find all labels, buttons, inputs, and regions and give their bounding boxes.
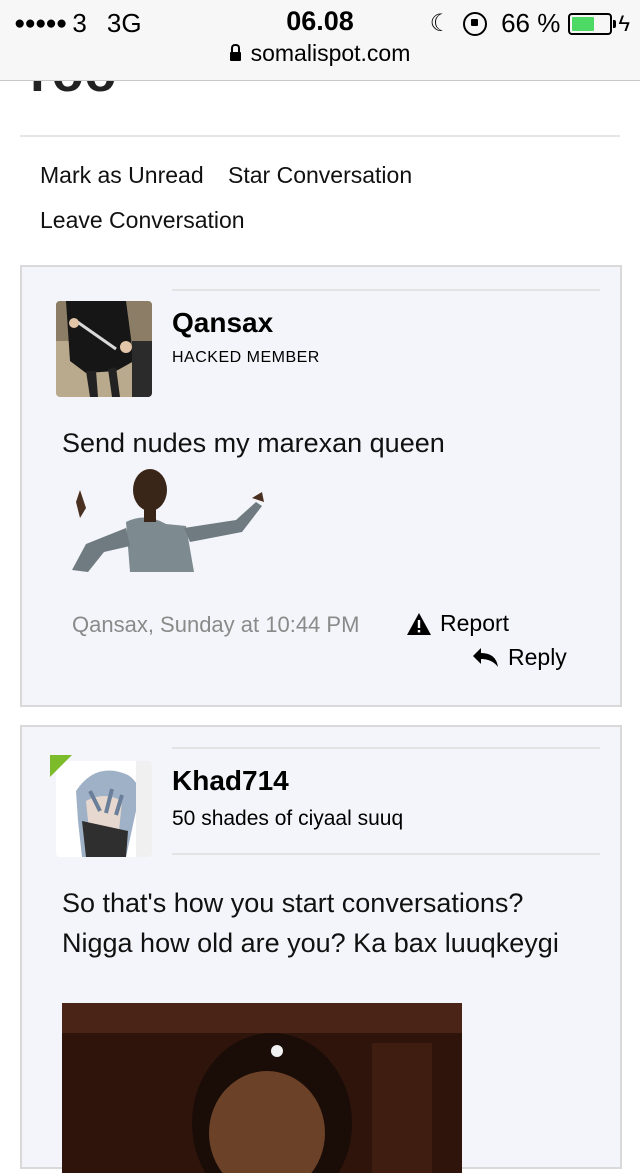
battery-level bbox=[572, 16, 595, 31]
browser-status-bar: ●●●●● 3 3G 06.08 ☾ 66 % ϟ somalispot.com bbox=[0, 0, 640, 81]
warning-icon bbox=[407, 612, 431, 635]
reply-button[interactable]: Reply bbox=[472, 644, 567, 671]
username[interactable]: Qansax bbox=[172, 307, 600, 339]
reply-label: Reply bbox=[508, 644, 567, 670]
moon-icon: ☾ bbox=[429, 10, 452, 37]
battery-percent: 66 % bbox=[501, 8, 561, 38]
leave-conversation-link[interactable]: Leave Conversation bbox=[40, 207, 245, 234]
user-title: 50 shades of ciyaal suuq bbox=[172, 807, 404, 830]
rotation-lock-icon bbox=[463, 11, 488, 36]
reply-icon bbox=[473, 647, 498, 667]
report-button[interactable]: Report bbox=[406, 610, 509, 637]
star-conversation-link[interactable]: Star Conversation bbox=[228, 162, 412, 189]
user-info: Qansax HACKED MEMBER bbox=[172, 289, 600, 411]
url-bar[interactable]: somalispot.com bbox=[0, 40, 640, 67]
gif-image bbox=[62, 1003, 462, 1173]
conversation-actions: Mark as Unread Star Conversation Leave C… bbox=[40, 162, 600, 252]
online-badge bbox=[50, 755, 72, 777]
user-info: Khad714 50 shades of ciyaal suuq bbox=[172, 747, 600, 855]
message-text: Send nudes my marexan queen bbox=[62, 428, 445, 458]
mark-unread-link[interactable]: Mark as Unread bbox=[40, 162, 204, 189]
message-card: Khad714 50 shades of ciyaal suuq So that… bbox=[20, 725, 622, 1173]
message-meta: Qansax, Sunday at 10:44 PM bbox=[72, 612, 360, 637]
lock-icon bbox=[229, 44, 241, 61]
message-text: So that's how you start conversations? N… bbox=[62, 888, 559, 958]
report-label: Report bbox=[440, 610, 510, 636]
battery-icon bbox=[568, 12, 617, 35]
message-card: Qansax HACKED MEMBER Send nudes my marex… bbox=[20, 265, 622, 707]
username[interactable]: Khad714 bbox=[172, 765, 600, 797]
url-text[interactable]: somalispot.com bbox=[251, 40, 411, 67]
charging-icon: ϟ bbox=[618, 10, 630, 36]
status-icons: ☾ 66 % ϟ bbox=[430, 8, 630, 39]
meme-image bbox=[66, 462, 266, 574]
avatar[interactable] bbox=[56, 301, 152, 397]
user-title: HACKED MEMBER bbox=[172, 349, 320, 366]
divider bbox=[20, 135, 620, 137]
